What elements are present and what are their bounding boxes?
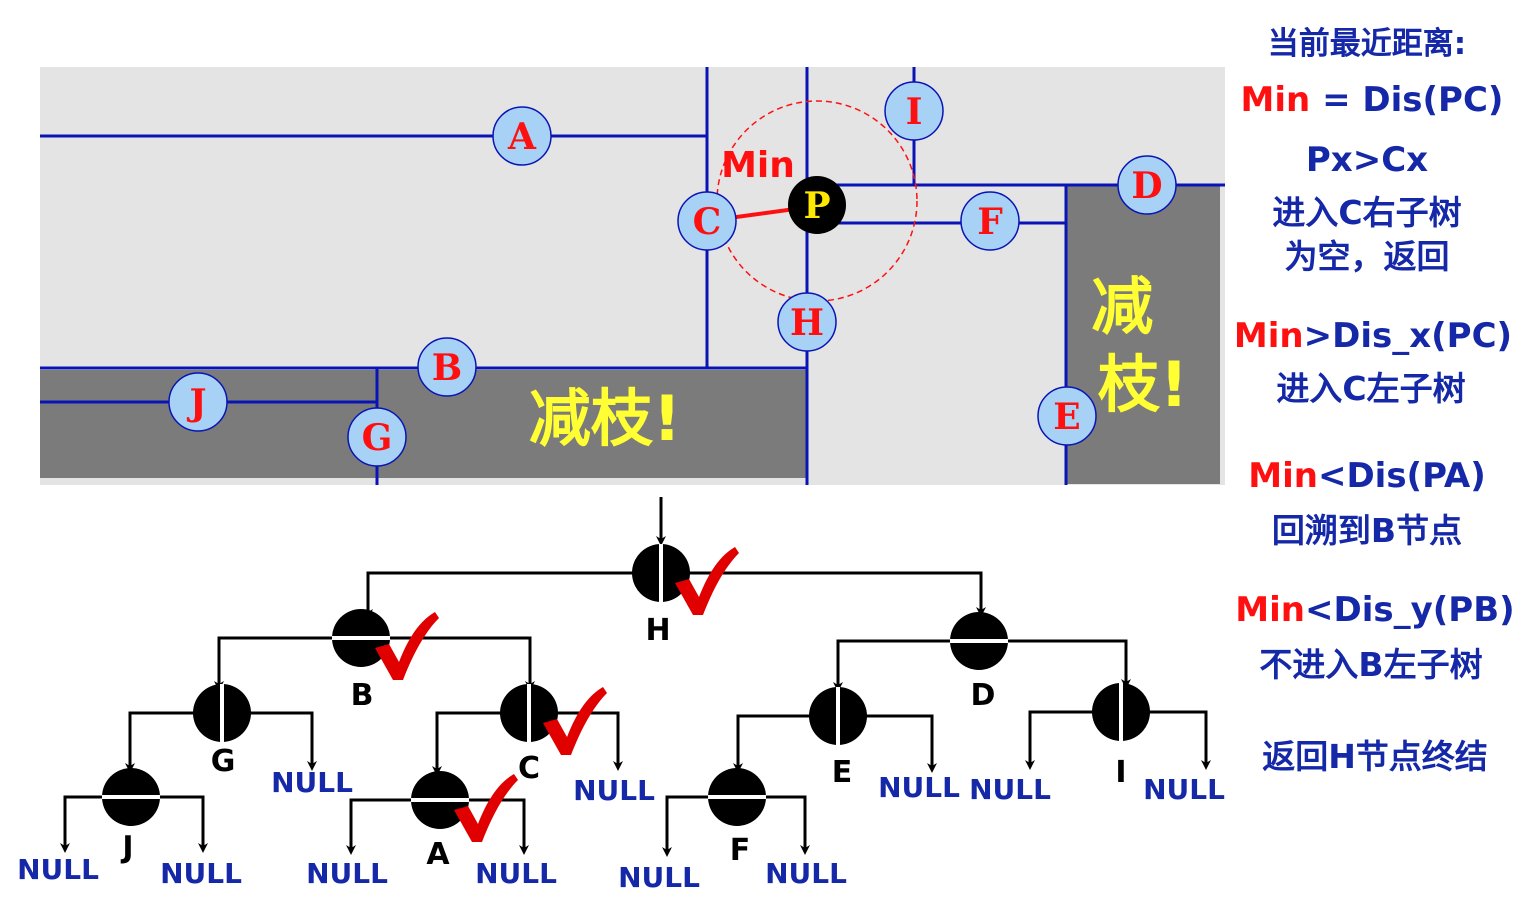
space-partition-map: Min A B C D E F G H I J P 减枝! 减 枝! xyxy=(40,67,1225,485)
map-point-label: D xyxy=(1131,165,1162,207)
tree-node-label: C xyxy=(518,751,540,786)
prune-label-right-line2: 枝! xyxy=(1098,348,1188,421)
null-label: NULL xyxy=(17,853,99,886)
map-point-e: E xyxy=(1037,386,1097,446)
side-min-word-1: Min xyxy=(1240,80,1311,120)
map-point-label: I xyxy=(906,91,923,133)
tree-node-b: B xyxy=(332,609,439,713)
null-label: NULL xyxy=(765,857,847,890)
tree-node-d: D xyxy=(950,612,1008,713)
tree-node-j: J xyxy=(102,768,160,865)
tree-edge xyxy=(363,571,661,619)
map-point-i: I xyxy=(884,81,944,141)
tree-node-label: D xyxy=(971,678,996,713)
side-min-word-4: Min xyxy=(1235,590,1305,630)
map-point-h: H xyxy=(777,292,837,352)
side-step3-rest: <Dis(PA) xyxy=(1317,456,1486,496)
side-step2-b: 进入C左子树 xyxy=(1276,369,1466,408)
tree-node-e: E xyxy=(809,687,867,790)
map-point-d: D xyxy=(1117,155,1177,215)
null-label: NULL xyxy=(618,861,700,894)
side-eq1-rest: = Dis(PC) xyxy=(1310,80,1504,120)
null-labels: NULL NULL NULL NULL NULL NULL NULL NULL NULL NULL… xyxy=(17,766,1225,894)
tree-node-label: H xyxy=(645,613,670,648)
map-point-label: F xyxy=(977,201,1003,243)
null-label: NULL xyxy=(969,773,1051,806)
map-point-a: A xyxy=(492,106,552,166)
side-step1-b: 进入C右子树 xyxy=(1272,193,1462,232)
side-step1-a: Px>Cx xyxy=(1305,140,1429,180)
null-label: NULL xyxy=(475,857,557,890)
tree-node-c: C xyxy=(500,684,607,786)
tree-node-label: B xyxy=(351,678,374,713)
side-step1-c: 为空，返回 xyxy=(1284,237,1450,276)
side-step3: Min<Dis(PA) xyxy=(1232,456,1502,496)
null-label: NULL xyxy=(878,771,960,804)
prune-label-right-line1: 减 xyxy=(1091,270,1153,343)
null-label: NULL xyxy=(160,857,242,890)
side-min-word-2: Min xyxy=(1233,316,1304,356)
null-label: NULL xyxy=(1143,773,1225,806)
tree-node-h: H xyxy=(632,544,739,648)
side-step5: 返回H节点终结 xyxy=(1262,737,1488,776)
tree-node-label: F xyxy=(730,833,751,868)
tree-node-label: E xyxy=(832,755,853,790)
kd-tree: HB DG C E IJ A FNULL NULL NULL NULL NULLNULL NULL NU… xyxy=(17,497,1225,894)
null-label: NULL xyxy=(573,774,655,807)
tree-node-label: A xyxy=(426,837,450,872)
prune-label-bottom: 减枝! xyxy=(529,382,681,455)
map-point-label: H xyxy=(790,302,824,344)
tree-node-label: J xyxy=(120,830,133,865)
side-eq1: Min = Dis(PC) xyxy=(1232,80,1512,120)
tree-node-label: G xyxy=(211,744,236,779)
map-point-c: C xyxy=(677,191,737,251)
tree-node-i: I xyxy=(1092,683,1150,790)
map-point-label: G xyxy=(362,417,393,459)
side-step2: Min>Dis_x(PC) xyxy=(1228,316,1518,356)
map-point-label: J xyxy=(186,382,206,424)
side-step2-rest: >Dis_x(PC) xyxy=(1303,316,1513,356)
tree-node-g: G xyxy=(193,684,251,779)
side-step4: Min<Dis_y(PB) xyxy=(1228,590,1522,630)
min-label: Min xyxy=(721,145,795,186)
tree-node-label: I xyxy=(1115,755,1126,790)
map-point-label: A xyxy=(507,116,537,158)
side-step3-b: 回溯到B节点 xyxy=(1271,511,1463,550)
null-label: NULL xyxy=(306,857,388,890)
side-min-word-3: Min xyxy=(1248,456,1318,496)
side-step4-rest: <Dis_y(PB) xyxy=(1305,590,1515,630)
map-point-j: J xyxy=(168,372,228,432)
map-point-label: B xyxy=(432,347,462,389)
map-point-b: B xyxy=(417,337,477,397)
pruned-region-bottom xyxy=(40,370,808,478)
query-point-label: P xyxy=(803,185,830,227)
map-point-label: E xyxy=(1053,396,1080,438)
tree-node-f: F xyxy=(708,768,766,868)
null-label: NULL xyxy=(271,766,353,799)
side-step4-b: 不进入B左子树 xyxy=(1259,645,1483,684)
map-point-g: G xyxy=(347,407,407,467)
map-point-f: F xyxy=(960,191,1020,251)
side-title: 当前最近距离: xyxy=(1267,26,1467,62)
map-point-label: C xyxy=(693,201,722,243)
